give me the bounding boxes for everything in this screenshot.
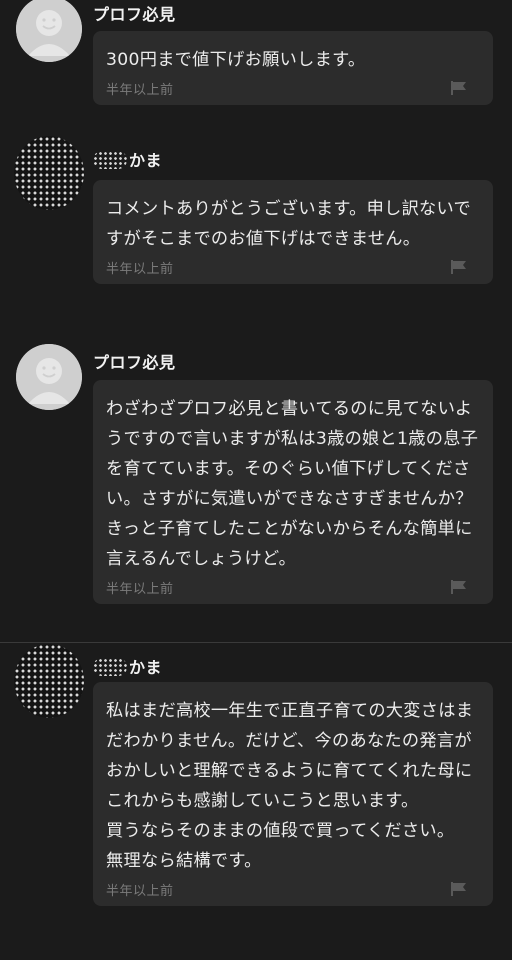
comment-text: わざわざプロフ必見と書いてるのに見てないようですので言いますが私は3歳の娘と1歳… bbox=[106, 399, 479, 569]
comment-text: 私はまだ高校一年生で正直子育ての大変さはまだわかりません。だけど、今のあなたの発… bbox=[106, 701, 474, 871]
username[interactable]: プロフ必見 bbox=[93, 349, 176, 373]
username[interactable]: プロフ必見 bbox=[93, 1, 176, 25]
report-flag-icon[interactable] bbox=[451, 260, 467, 274]
comment-bubble: 300円まで値下げお願いします。 半年以上前 bbox=[93, 31, 493, 105]
username-mask bbox=[93, 151, 127, 169]
username-text: かま bbox=[129, 658, 163, 677]
default-user-icon[interactable] bbox=[16, 344, 82, 410]
comment-timestamp: 半年以上前 bbox=[106, 262, 174, 277]
comment-bubble: わざわざプロフ必見と書いてるのに見てないようですので言いますが私は3歳の娘と1歳… bbox=[93, 380, 493, 604]
comment-timestamp: 半年以上前 bbox=[106, 884, 174, 899]
comment-text: コメントありがとうございます。申し訳ないですがそこまでのお値下げはできません。 bbox=[106, 199, 472, 249]
username-mask bbox=[93, 658, 127, 676]
dotted-masked-avatar[interactable] bbox=[14, 644, 84, 718]
report-flag-icon[interactable] bbox=[451, 81, 467, 95]
report-flag-icon[interactable] bbox=[451, 882, 467, 896]
username[interactable]: かま bbox=[93, 147, 162, 171]
comment-timestamp: 半年以上前 bbox=[106, 83, 174, 98]
comment-bubble: コメントありがとうございます。申し訳ないですがそこまでのお値下げはできません。 … bbox=[93, 180, 493, 284]
divider bbox=[0, 642, 512, 643]
dotted-masked-avatar[interactable] bbox=[14, 136, 84, 210]
comment-timestamp: 半年以上前 bbox=[106, 582, 174, 597]
comment-bubble: 私はまだ高校一年生で正直子育ての大変さはまだわかりません。だけど、今のあなたの発… bbox=[93, 682, 493, 906]
username[interactable]: かま bbox=[93, 654, 162, 678]
username-text: かま bbox=[129, 151, 163, 170]
report-flag-icon[interactable] bbox=[451, 580, 467, 594]
default-user-icon[interactable] bbox=[16, 0, 82, 62]
comment-text: 300円まで値下げお願いします。 bbox=[106, 50, 366, 70]
